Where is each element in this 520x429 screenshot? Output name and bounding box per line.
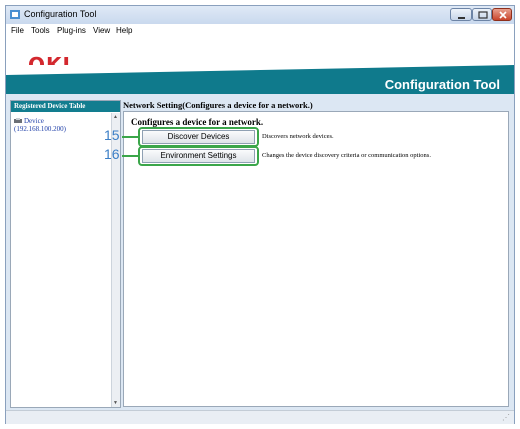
content-area: Network Setting(Configures a device for …: [104, 100, 510, 408]
maximize-icon: [478, 11, 488, 19]
device-item[interactable]: Device (192.168.100.200): [14, 117, 66, 133]
close-button[interactable]: [492, 8, 512, 21]
menu-view[interactable]: View: [93, 26, 110, 35]
title-bar[interactable]: Configuration Tool: [6, 6, 514, 24]
main-area: Registered Device Table Device (192.168.…: [10, 100, 510, 412]
network-setting-header: Network Setting(Configures a device for …: [123, 100, 313, 110]
printer-icon: [14, 118, 22, 123]
environment-settings-button[interactable]: Environment Settings: [142, 149, 255, 163]
resize-grip-icon[interactable]: ⋰: [502, 413, 510, 422]
callout-16: 16: [104, 146, 120, 162]
sidebar-header: Registered Device Table: [11, 101, 120, 112]
app-icon: [10, 10, 20, 19]
menu-tools[interactable]: Tools: [31, 26, 50, 35]
status-bar: ⋰: [6, 410, 514, 424]
panel-heading: Configures a device for a network.: [131, 117, 264, 127]
environment-settings-description: Changes the device discovery criteria or…: [262, 152, 431, 159]
device-name: Device: [24, 117, 44, 125]
scroll-up-icon[interactable]: ▲: [113, 114, 118, 120]
minimize-icon: [458, 17, 465, 19]
brand-banner: OKI Configuration Tool: [6, 38, 514, 94]
window-title: Configuration Tool: [24, 9, 97, 19]
scroll-down-icon[interactable]: ▼: [113, 400, 118, 406]
banner-title: Configuration Tool: [384, 77, 500, 92]
minimize-button[interactable]: [450, 8, 472, 21]
network-panel: Configures a device for a network. 15 Di…: [104, 111, 509, 407]
callout-line-16: [122, 155, 138, 157]
device-address: (192.168.100.200): [14, 125, 66, 133]
menu-file[interactable]: File: [11, 26, 24, 35]
menu-plugins[interactable]: Plug-ins: [57, 26, 86, 35]
menu-help[interactable]: Help: [116, 26, 132, 35]
close-icon: [499, 11, 507, 19]
callout-15: 15: [104, 127, 120, 143]
application-window: Configuration Tool File Tools Plug-ins V…: [5, 5, 515, 424]
menu-bar: File Tools Plug-ins View Help: [6, 24, 514, 38]
banner-band: Configuration Tool: [6, 65, 514, 94]
maximize-button[interactable]: [472, 8, 492, 21]
discover-devices-description: Discovers network devices.: [262, 133, 334, 140]
discover-devices-button[interactable]: Discover Devices: [142, 130, 255, 144]
callout-line-15: [122, 136, 138, 138]
